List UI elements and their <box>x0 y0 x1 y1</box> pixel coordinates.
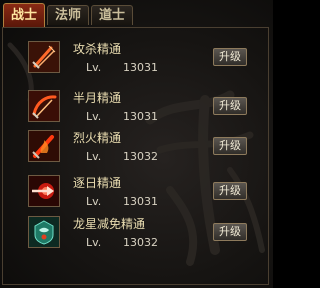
tab-taoist[interactable]: 道士 <box>91 5 133 25</box>
upgrade-button[interactable]: 升级 <box>213 97 247 115</box>
crescent-sword-icon <box>28 90 60 122</box>
skill-level: 13032 <box>123 236 158 249</box>
skill-name: 半月精通 <box>73 91 122 105</box>
dragon-star-icon <box>28 216 60 248</box>
level-label: Lv. <box>86 236 102 249</box>
skill-name: 逐日精通 <box>73 176 122 190</box>
skill-level: 13031 <box>123 110 158 123</box>
upgrade-button[interactable]: 升级 <box>213 48 247 66</box>
skill-name: 龙星减免精通 <box>73 217 146 231</box>
tab-mage[interactable]: 法师 <box>47 5 89 25</box>
flame-sword-icon <box>28 130 60 162</box>
upgrade-button[interactable]: 升级 <box>213 137 247 155</box>
upgrade-button[interactable]: 升级 <box>213 223 247 241</box>
skill-level: 13032 <box>123 150 158 163</box>
level-label: Lv. <box>86 61 102 74</box>
sun-chase-icon <box>28 175 60 207</box>
sword-slash-icon <box>28 41 60 73</box>
skill-row: 攻杀精通 Lv. 13031 升级 <box>0 41 273 91</box>
skill-name: 烈火精通 <box>73 131 122 145</box>
skill-mastery-panel: 战士 法师 道士 攻杀精通 Lv. 13031 升级 半月精通 Lv. 1303… <box>0 0 273 288</box>
upgrade-button[interactable]: 升级 <box>213 182 247 200</box>
skill-row: 烈火精通 Lv. 13032 升级 <box>0 130 273 180</box>
tab-warrior[interactable]: 战士 <box>3 3 45 27</box>
level-label: Lv. <box>86 150 102 163</box>
level-label: Lv. <box>86 195 102 208</box>
skill-name: 攻杀精通 <box>73 42 122 56</box>
level-label: Lv. <box>86 110 102 123</box>
skill-row: 龙星减免精通 Lv. 13032 升级 <box>0 216 273 266</box>
skill-level: 13031 <box>123 195 158 208</box>
skill-level: 13031 <box>123 61 158 74</box>
